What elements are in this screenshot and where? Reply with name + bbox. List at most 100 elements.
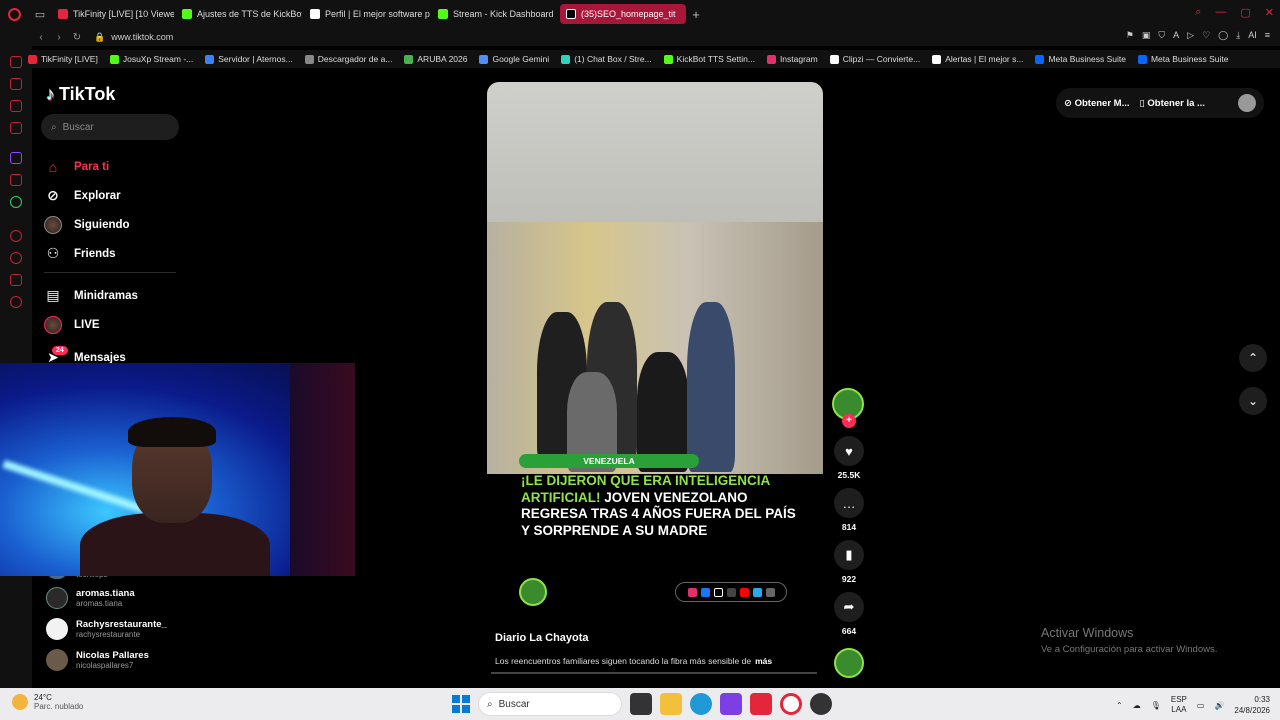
settings-icon[interactable]	[10, 296, 22, 308]
translate-icon[interactable]: A	[1173, 30, 1179, 41]
side-icon-3[interactable]	[10, 100, 22, 112]
get-coins-button[interactable]: ⊘ Obtener M...	[1064, 98, 1130, 109]
clock[interactable]: 0:33 24/8/2026	[1234, 694, 1270, 716]
search-tabs-icon[interactable]: ⌕	[1195, 6, 1201, 19]
close-icon[interactable]: ✕	[1265, 6, 1274, 19]
reload-icon[interactable]: ↻	[68, 32, 86, 43]
follow-plus-icon[interactable]: +	[842, 414, 856, 428]
tab-tiktok[interactable]: (35)SEO_homepage_tit	[560, 4, 686, 24]
bookmark-item[interactable]: Meta Business Suite	[1137, 54, 1228, 64]
forward-icon[interactable]: ›	[50, 32, 68, 43]
bookmark-item[interactable]: ARUBA 2026	[404, 54, 467, 64]
maximize-icon[interactable]: ▢	[1240, 6, 1250, 19]
sidebar-item-friends[interactable]: ⚇ Friends	[44, 239, 176, 268]
bookmark-item[interactable]: Instagram	[766, 54, 818, 64]
onedrive-icon[interactable]: ☁	[1133, 701, 1141, 710]
bookmark-item[interactable]: KickBot TTS Settin...	[663, 54, 755, 64]
tab-label: Perfil | El mejor software p	[325, 9, 430, 19]
obs-icon[interactable]	[810, 693, 832, 715]
side-icon-1[interactable]	[10, 56, 22, 68]
side-icon-6[interactable]	[10, 230, 22, 242]
side-icon-5[interactable]	[10, 174, 22, 186]
edge-icon[interactable]	[690, 693, 712, 715]
previous-video-button[interactable]: ⌃	[1239, 344, 1267, 372]
opera-gx-icon[interactable]	[780, 693, 802, 715]
sidebar-item-minidramas[interactable]: ▤ Minidramas	[44, 281, 176, 310]
music-disc-icon[interactable]	[834, 648, 864, 678]
tab-perfil[interactable]: Perfil | El mejor software p	[304, 4, 430, 24]
comment-button[interactable]: … 814	[832, 488, 866, 532]
menu-icon[interactable]: ≡	[1265, 30, 1270, 41]
author-avatar[interactable]: +	[832, 388, 864, 428]
tiktok-logo[interactable]: ♪ TikTok	[46, 84, 115, 105]
side-icon-4[interactable]	[10, 122, 22, 134]
bookmark-item[interactable]: Servidor | Aternos...	[205, 54, 293, 64]
file-explorer-icon[interactable]	[660, 693, 682, 715]
play-icon[interactable]: ▷	[1187, 30, 1194, 41]
save-button[interactable]: ▮ 922	[832, 540, 866, 584]
chevron-up-icon[interactable]: ⌃	[1116, 701, 1123, 710]
more-link[interactable]: más	[755, 656, 772, 666]
shield-icon[interactable]: ⛉	[1158, 30, 1165, 41]
perfil-icon	[310, 9, 320, 19]
video-author[interactable]: Diario La Chayota	[495, 632, 589, 644]
download-icon[interactable]: ⤓	[1236, 30, 1240, 41]
tab-menu-icon[interactable]: ▭	[28, 0, 52, 28]
bookmark-favicon	[404, 54, 414, 64]
url-field[interactable]: 🔒 www.tiktok.com	[94, 32, 173, 43]
task-view-icon[interactable]	[630, 693, 652, 715]
share-icon: ➦	[834, 592, 864, 622]
like-button[interactable]: ♥ 25.5K	[832, 436, 866, 480]
sidebar-item-explorar[interactable]: ⊘ Explorar	[44, 181, 176, 210]
tab-tikfinity[interactable]: TikFinity [LIVE] [10 Viewers	[52, 4, 174, 24]
bookmark-item[interactable]: TikFinity [LIVE]	[28, 54, 98, 64]
profile-icon[interactable]: ◯	[1218, 30, 1228, 41]
list-item[interactable]: Nicolas Pallares nicolaspallares7	[46, 644, 196, 675]
tab-kick-dashboard[interactable]: Stream - Kick Dashboard	[432, 4, 558, 24]
language-indicator[interactable]: ESP LAA	[1171, 695, 1187, 715]
lock-icon: 🔒	[94, 31, 106, 42]
get-app-button[interactable]: ▯ Obtener la ...	[1140, 98, 1205, 109]
side-icon-2[interactable]	[10, 78, 22, 90]
sidebar-item-para-ti[interactable]: ⌂ Para ti	[44, 152, 176, 181]
twitch-icon[interactable]	[10, 152, 22, 164]
tab-kickbot-tts[interactable]: Ajustes de TTS de KickBot	[176, 4, 302, 24]
taskbar-search[interactable]: ⌕ Buscar	[478, 692, 622, 716]
sidebar-item-live[interactable]: LIVE	[44, 310, 176, 339]
bookmark-item[interactable]: Meta Business Suite	[1035, 54, 1126, 64]
volume-icon[interactable]: 🔊	[1214, 701, 1224, 710]
back-icon[interactable]: ‹	[32, 32, 50, 43]
sidebar-item-siguiendo[interactable]: Siguiendo	[44, 210, 176, 239]
ai-icon[interactable]: AI	[1248, 30, 1257, 41]
list-item[interactable]: Rachysrestaurante_ rachysrestaurante	[46, 613, 196, 644]
whatsapp-icon[interactable]	[10, 196, 22, 208]
bookmark-item[interactable]: Descargador de a...	[304, 54, 392, 64]
clipchamp-icon[interactable]	[720, 693, 742, 715]
bookmark-item[interactable]: (1) Chat Box / Stre...	[561, 54, 652, 64]
user-avatar[interactable]	[1238, 94, 1256, 112]
microphone-icon[interactable]: 🎙	[1151, 701, 1161, 710]
search-input[interactable]: ⌕ Buscar	[41, 114, 179, 140]
snapshot-icon[interactable]: ▣	[1142, 30, 1151, 41]
bookmark-item[interactable]: JosuXp Stream -...	[109, 54, 193, 64]
windows-start-icon[interactable]	[452, 695, 470, 713]
opera-logo-icon[interactable]	[0, 0, 28, 28]
history-icon[interactable]	[10, 252, 22, 264]
bookmark-icon[interactable]: ⚑	[1126, 30, 1134, 41]
bookmark-item[interactable]: Clipzi — Convierte...	[829, 54, 920, 64]
new-tab-icon[interactable]: +	[688, 7, 704, 22]
bookmark-item[interactable]: Google Gemini	[479, 54, 549, 64]
bookmark-item[interactable]: Alertas | El mejor s...	[932, 54, 1023, 64]
weather-widget[interactable]: 24°C Parc. nublado	[12, 693, 83, 711]
share-button[interactable]: ➦ 664	[832, 592, 866, 636]
video-player[interactable]: VENEZUELA ¡LE DIJERON QUE ERA INTELIGENC…	[487, 82, 823, 677]
network-icon[interactable]: ▭	[1197, 701, 1205, 710]
minimize-icon[interactable]: —	[1215, 6, 1226, 19]
side-icon-7[interactable]	[10, 274, 22, 286]
video-progress[interactable]	[491, 672, 817, 674]
tiktok-app-icon[interactable]	[750, 693, 772, 715]
avatar-icon	[44, 215, 62, 234]
heart-icon[interactable]: ♡	[1202, 30, 1210, 41]
list-item[interactable]: aromas.tiana aromas.tiana	[46, 582, 196, 613]
next-video-button[interactable]: ⌄	[1239, 387, 1267, 415]
